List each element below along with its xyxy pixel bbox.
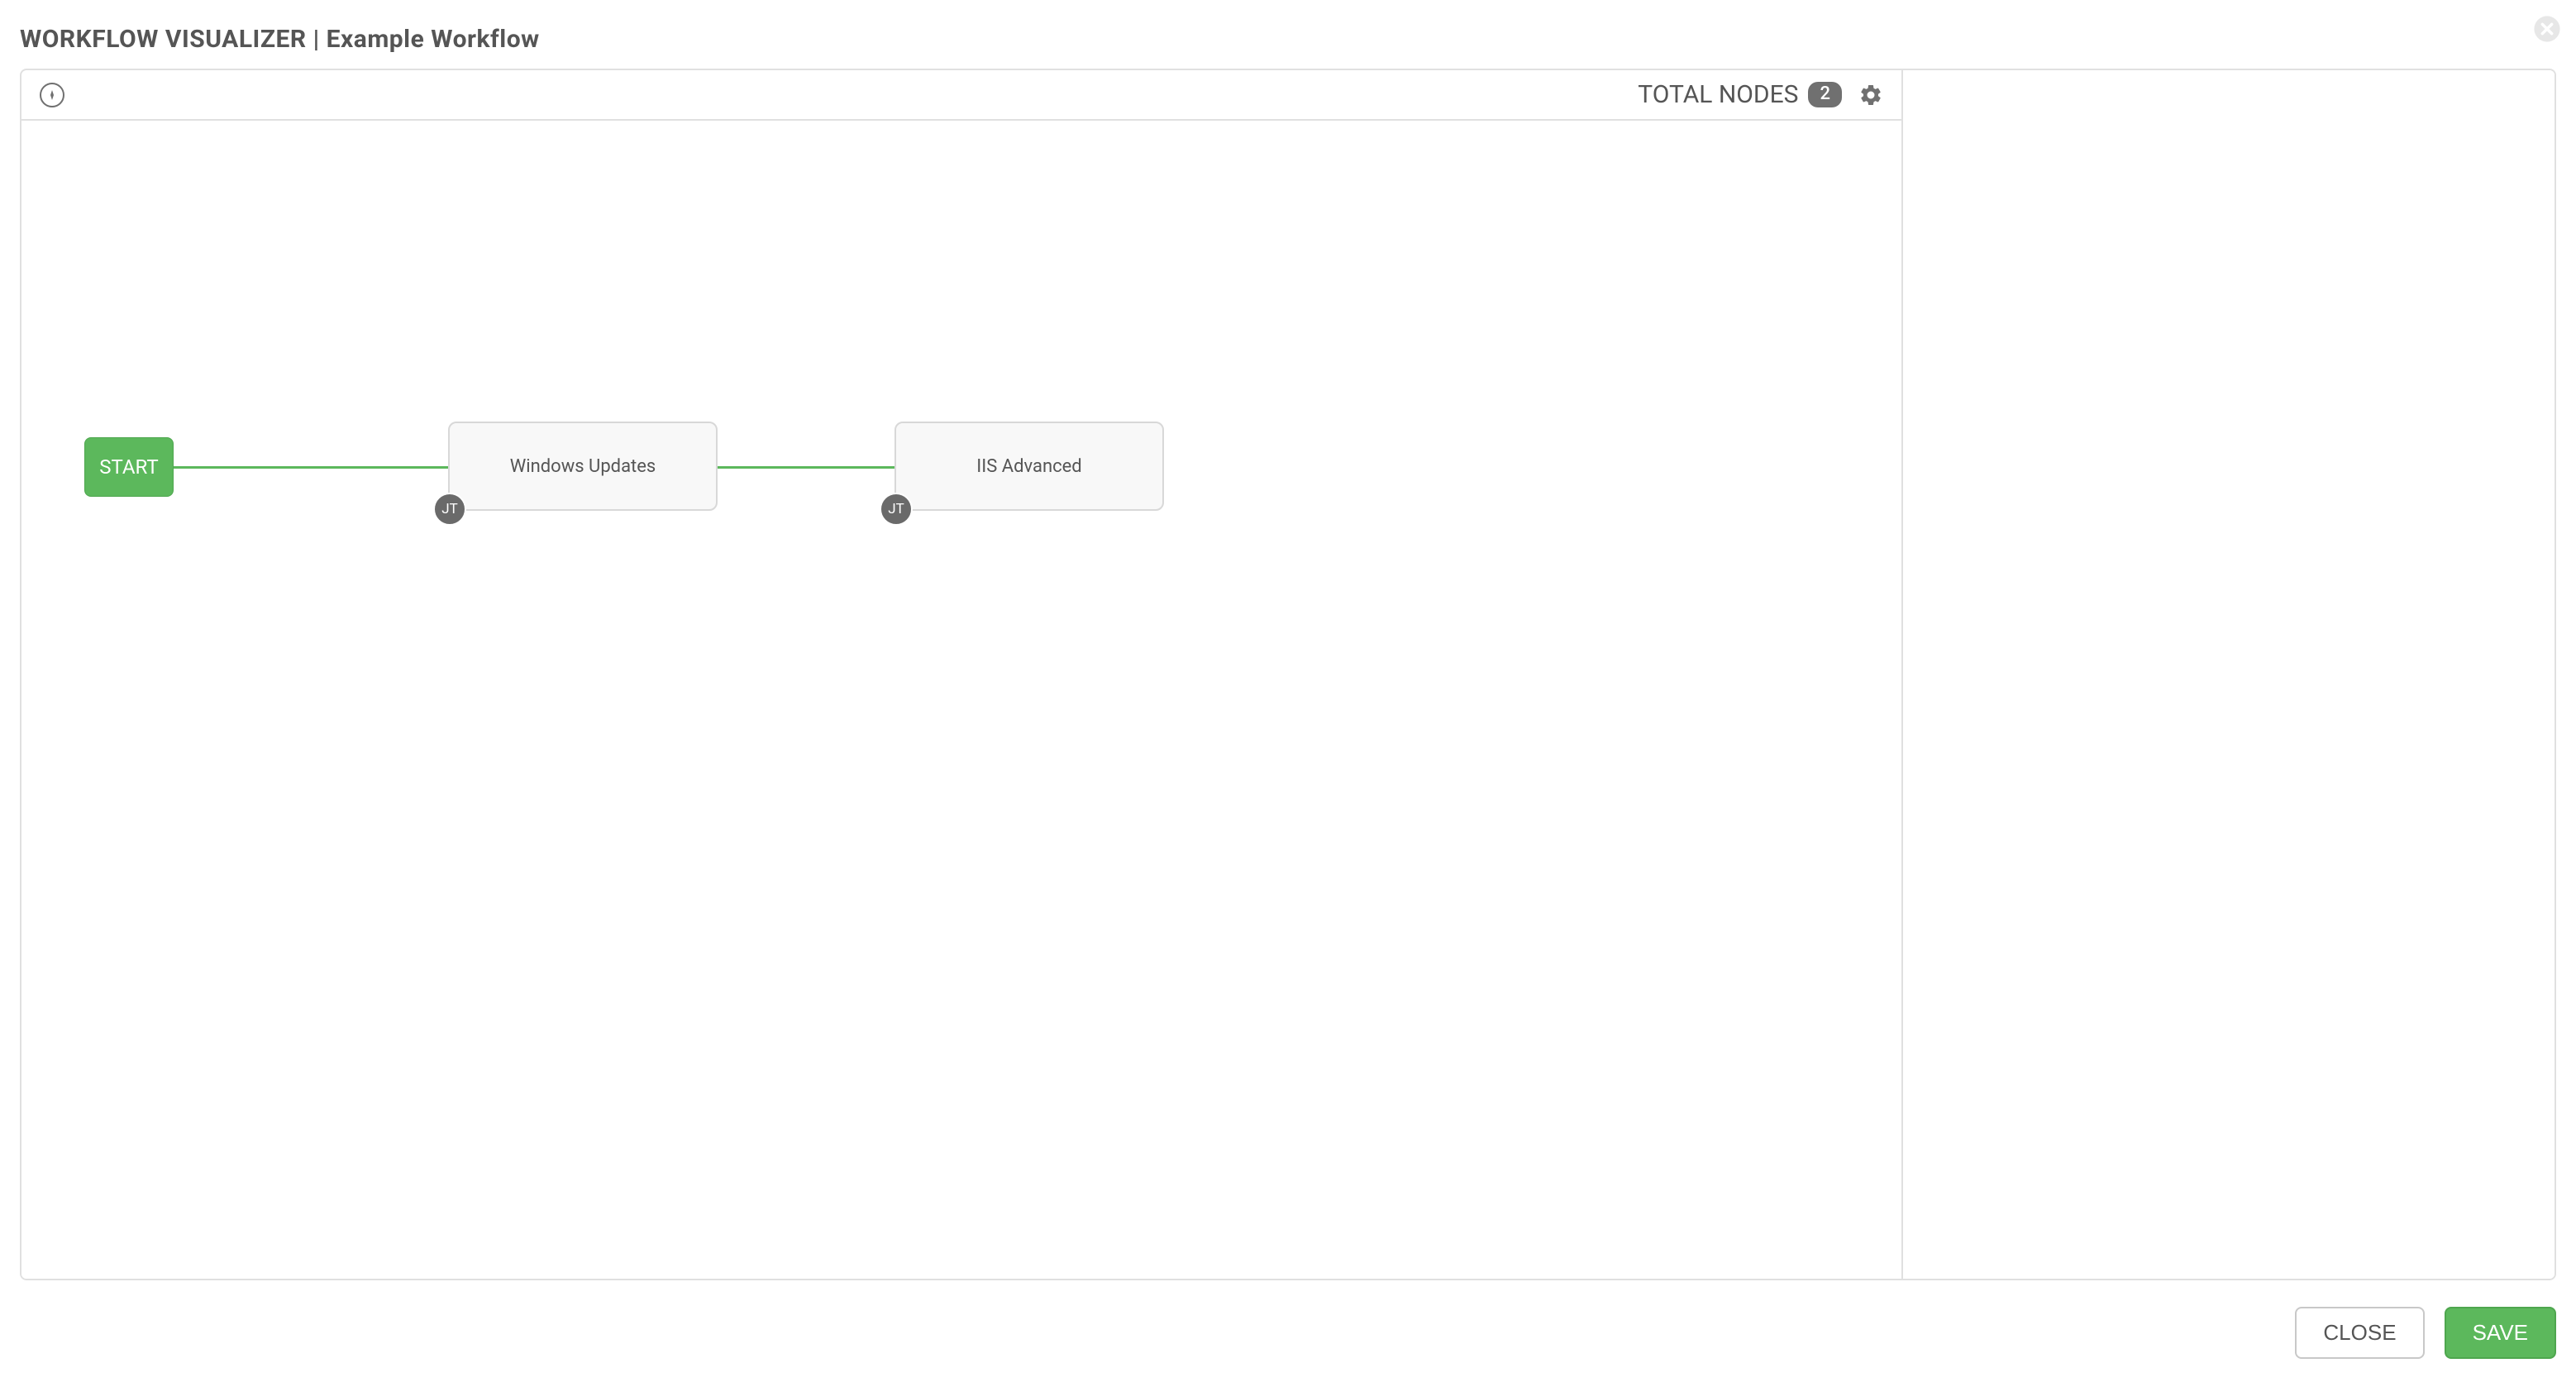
compass-icon[interactable] — [40, 83, 64, 107]
canvas-panel: TOTAL NODES 2 START Windows Updates JT — [21, 70, 1903, 1279]
node-label: IIS Advanced — [976, 456, 1081, 477]
side-panel — [1903, 70, 2555, 1279]
modal-footer: CLOSE SAVE — [20, 1307, 2556, 1359]
close-icon[interactable] — [2533, 15, 2561, 43]
modal-header: WORKFLOW VISUALIZER | Example Workflow — [20, 20, 2556, 69]
node-iis-advanced[interactable]: IIS Advanced JT — [894, 422, 1164, 511]
toolbar-right: TOTAL NODES 2 — [1638, 80, 1883, 109]
modal-title-name: Example Workflow — [327, 25, 540, 54]
total-nodes-label: TOTAL NODES — [1638, 80, 1798, 109]
node-type-badge[interactable]: JT — [880, 493, 913, 526]
start-node-label: START — [99, 455, 158, 479]
node-windows-updates[interactable]: Windows Updates JT — [448, 422, 718, 511]
edge-node1-to-node2 — [718, 466, 913, 469]
close-button[interactable]: CLOSE — [2295, 1307, 2424, 1359]
save-button[interactable]: SAVE — [2445, 1307, 2556, 1359]
gear-icon[interactable] — [1858, 83, 1883, 107]
modal-title-sep: | — [307, 25, 327, 54]
node-label: Windows Updates — [510, 456, 656, 477]
edge-start-to-node1 — [174, 466, 449, 469]
canvas-toolbar: TOTAL NODES 2 — [21, 70, 1901, 121]
workflow-visualizer-modal: WORKFLOW VISUALIZER | Example Workflow T… — [20, 20, 2556, 1362]
start-node[interactable]: START — [84, 437, 174, 497]
modal-title-app: WORKFLOW VISUALIZER — [20, 25, 307, 54]
node-type-badge[interactable]: JT — [433, 493, 466, 526]
total-nodes-count: 2 — [1808, 82, 1842, 107]
total-nodes: TOTAL NODES 2 — [1638, 80, 1842, 109]
modal-body: TOTAL NODES 2 START Windows Updates JT — [20, 69, 2556, 1280]
modal-title: WORKFLOW VISUALIZER | Example Workflow — [20, 25, 540, 54]
workflow-canvas[interactable]: START Windows Updates JT IIS Advanced JT — [21, 121, 1901, 1279]
